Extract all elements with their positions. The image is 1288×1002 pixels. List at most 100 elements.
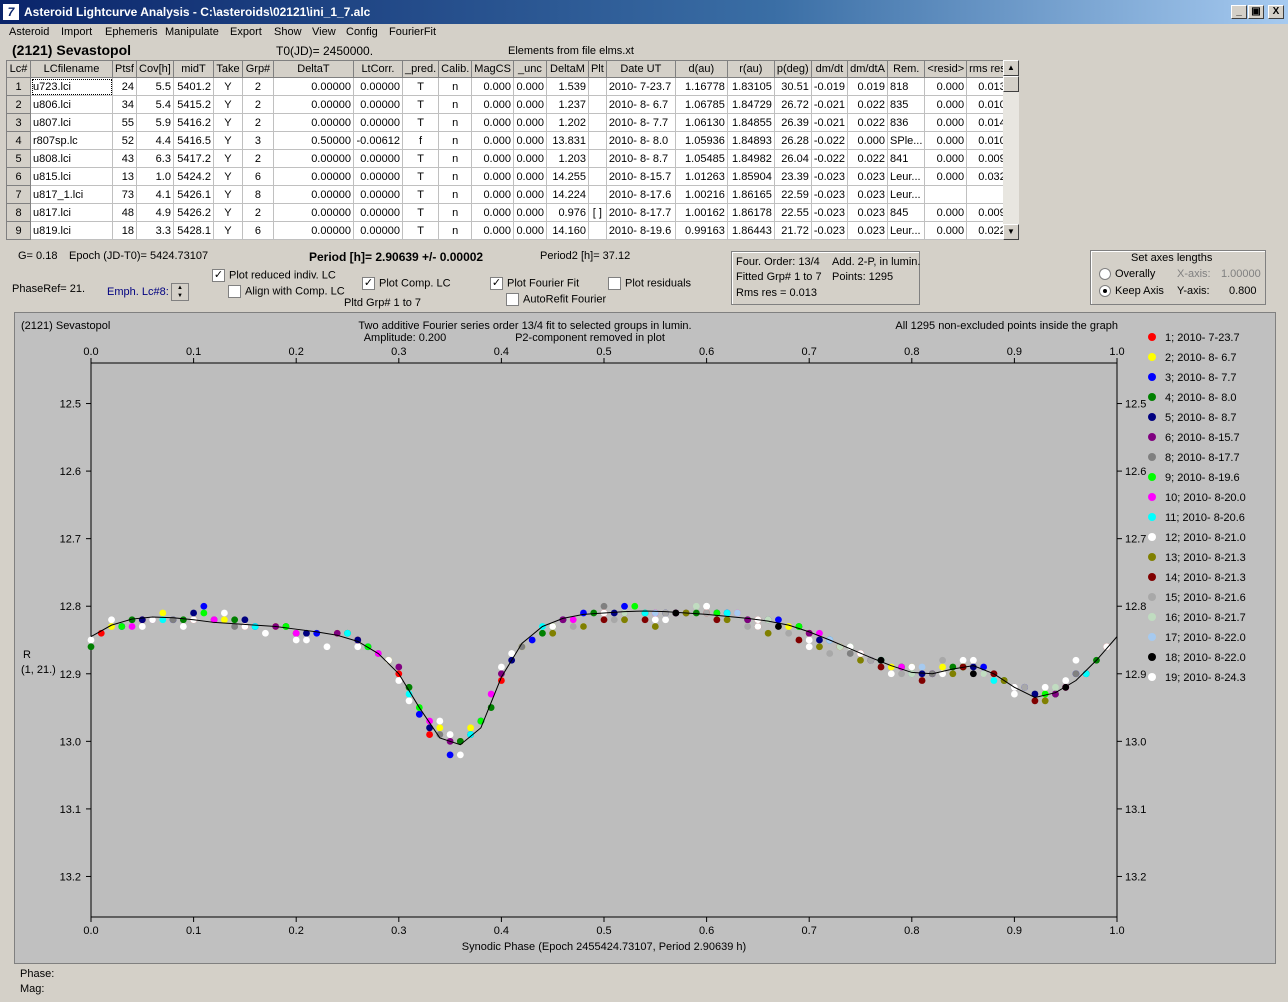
table-cell[interactable]: 5426.1 xyxy=(172,185,214,204)
maximize-button[interactable]: ▣ xyxy=(1248,5,1264,19)
table-cell[interactable]: 0.00000 xyxy=(352,149,403,168)
table-cell[interactable]: Y xyxy=(212,149,243,168)
table-cell[interactable]: T xyxy=(401,95,440,114)
table-cell[interactable]: 0.000 xyxy=(512,131,547,150)
table-cell[interactable] xyxy=(587,185,607,204)
column-header[interactable]: MagCS xyxy=(471,60,514,78)
table-cell[interactable]: 1.202 xyxy=(545,113,589,132)
table-cell[interactable]: 0.00000 xyxy=(352,95,403,114)
table-cell[interactable]: 0.023 xyxy=(847,167,889,186)
table-cell[interactable]: 0.000 xyxy=(924,113,968,132)
table-cell[interactable]: 2 xyxy=(241,149,274,168)
menu-export[interactable]: Export xyxy=(230,26,262,38)
table-cell[interactable]: -0.023 xyxy=(810,221,849,240)
table-cell[interactable]: Y xyxy=(212,113,243,132)
table-cell[interactable] xyxy=(587,131,607,150)
table-cell[interactable]: -0.023 xyxy=(810,167,849,186)
table-cell[interactable]: 5415.2 xyxy=(172,95,214,114)
table-cell[interactable]: 5416.2 xyxy=(172,113,214,132)
row-header[interactable]: 9 xyxy=(6,221,31,240)
table-cell[interactable]: 0.00000 xyxy=(352,203,403,222)
scroll-up-icon[interactable]: ▲ xyxy=(1003,60,1019,76)
table-cell[interactable]: 2 xyxy=(241,95,274,114)
column-header[interactable]: LCfilename xyxy=(30,60,113,78)
column-header[interactable]: _pred. xyxy=(401,60,440,78)
table-cell[interactable]: 3 xyxy=(241,131,274,150)
table-cell[interactable]: -0.021 xyxy=(810,113,849,132)
table-cell[interactable]: 1.86165 xyxy=(726,185,775,204)
table-cell[interactable]: 835 xyxy=(887,95,926,114)
table-cell[interactable]: 0.022 xyxy=(847,149,889,168)
row-header[interactable]: 1 xyxy=(6,77,31,96)
table-cell[interactable]: 0.000 xyxy=(512,221,547,240)
table-cell[interactable]: 14.160 xyxy=(545,221,589,240)
table-cell[interactable]: Y xyxy=(212,77,243,96)
table-cell[interactable]: 2010- 8- 6.7 xyxy=(605,95,676,114)
column-header[interactable]: Rem. xyxy=(887,60,926,78)
menu-show[interactable]: Show xyxy=(274,26,302,38)
table-cell[interactable]: 0.022 xyxy=(847,95,889,114)
table-cell[interactable]: 0.00000 xyxy=(352,77,403,96)
table-cell[interactable]: 1.06130 xyxy=(674,113,728,132)
table-cell[interactable]: 13 xyxy=(112,167,137,186)
table-cell[interactable]: 0.000 xyxy=(512,149,547,168)
column-header[interactable]: Lc# xyxy=(6,60,31,78)
table-cell[interactable]: n xyxy=(438,95,473,114)
table-cell[interactable]: 0.50000 xyxy=(272,131,354,150)
table-cell[interactable]: -0.023 xyxy=(810,185,849,204)
table-cell[interactable]: 1.84982 xyxy=(726,149,775,168)
table-cell[interactable]: 0.000 xyxy=(924,149,968,168)
table-cell[interactable]: T xyxy=(401,167,440,186)
table-cell[interactable]: 0.00000 xyxy=(272,95,354,114)
table-cell[interactable]: 5.4 xyxy=(135,95,174,114)
table-row[interactable]: 4 r807sp.lc 52 4.4 5416.5 Y 3 0.50000 -0.00612 f n… xyxy=(6,131,1009,150)
row-header[interactable]: 2 xyxy=(6,95,31,114)
column-header[interactable]: Cov[h] xyxy=(135,60,174,78)
table-cell[interactable]: Leur... xyxy=(887,185,926,204)
table-cell[interactable]: 1.84893 xyxy=(726,131,775,150)
column-header[interactable]: midT xyxy=(172,60,214,78)
row-header[interactable]: 6 xyxy=(6,167,31,186)
column-header[interactable]: Calib. xyxy=(438,60,473,78)
x-axis-input[interactable]: 1.00000 xyxy=(1221,268,1261,280)
table-cell[interactable]: [ ] xyxy=(587,203,607,222)
row-header[interactable]: 8 xyxy=(6,203,31,222)
table-cell[interactable]: 5.5 xyxy=(135,77,174,96)
table-cell[interactable]: n xyxy=(438,185,473,204)
table-cell[interactable]: 0.022 xyxy=(847,113,889,132)
table-cell[interactable]: T xyxy=(401,203,440,222)
table-cell[interactable]: Y xyxy=(212,95,243,114)
lightcurve-plot-panel[interactable]: (2121) Sevastopol Two additive Fourier se… xyxy=(14,312,1276,964)
table-cell[interactable]: 21.72 xyxy=(773,221,812,240)
menu-fourierfit[interactable]: FourierFit xyxy=(389,26,436,38)
table-cell[interactable]: 0.019 xyxy=(847,77,889,96)
table-cell[interactable] xyxy=(587,167,607,186)
scroll-thumb[interactable] xyxy=(1003,76,1019,92)
table-cell[interactable]: 2 xyxy=(241,77,274,96)
menu-import[interactable]: Import xyxy=(61,26,92,38)
plot-reduced-checkbox[interactable]: ✓ Plot reduced indiv. LC xyxy=(212,269,336,282)
table-cell[interactable]: 0.000 xyxy=(471,131,514,150)
table-cell[interactable]: 8 xyxy=(241,185,274,204)
table-cell[interactable]: 0.000 xyxy=(471,203,514,222)
table-cell[interactable]: Leur... xyxy=(887,221,926,240)
table-cell[interactable]: 0.000 xyxy=(512,77,547,96)
table-cell[interactable]: 2010- 8- 7.7 xyxy=(605,113,676,132)
table-cell[interactable]: 2010- 7-23.7 xyxy=(605,77,676,96)
table-cell[interactable]: 0.000 xyxy=(847,131,889,150)
spin-up-icon[interactable]: ▲ xyxy=(172,284,188,292)
table-cell[interactable]: T xyxy=(401,221,440,240)
table-cell[interactable]: 6 xyxy=(241,221,274,240)
table-cell[interactable]: 0.00000 xyxy=(352,113,403,132)
table-cell[interactable]: 43 xyxy=(112,149,137,168)
table-cell[interactable]: 0.023 xyxy=(847,185,889,204)
column-header[interactable]: dm/dt xyxy=(810,60,849,78)
table-cell[interactable]: 30.51 xyxy=(773,77,812,96)
table-cell[interactable]: 34 xyxy=(112,95,137,114)
table-cell[interactable]: 1.05936 xyxy=(674,131,728,150)
table-cell[interactable]: n xyxy=(438,203,473,222)
table-cell[interactable]: 0.000 xyxy=(471,77,514,96)
table-cell[interactable]: Y xyxy=(212,185,243,204)
table-cell[interactable]: 0.976 xyxy=(545,203,589,222)
table-cell[interactable]: 0.00000 xyxy=(272,167,354,186)
